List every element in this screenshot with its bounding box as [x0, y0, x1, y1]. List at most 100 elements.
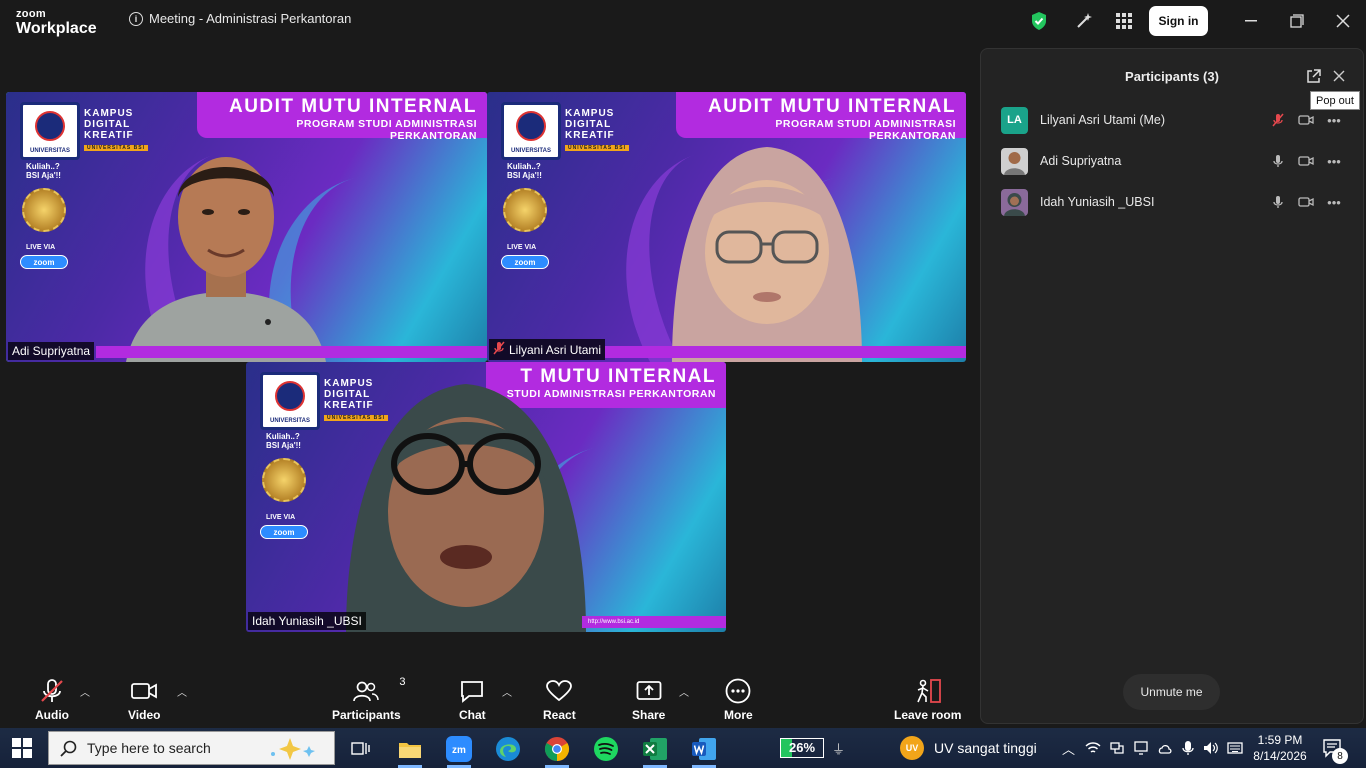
meeting-title[interactable]: i Meeting - Administrasi Perkantoran: [129, 11, 351, 26]
windows-start-icon[interactable]: [12, 738, 32, 758]
leave-room-button[interactable]: Leave room: [894, 676, 961, 722]
chat-bubble-icon: [459, 676, 485, 706]
video-off-icon[interactable]: [1295, 109, 1317, 131]
chat-label: Chat: [459, 708, 486, 722]
participants-label: Participants: [332, 708, 401, 722]
university-logo: UNIVERSITAS: [501, 102, 561, 160]
spotify-icon[interactable]: [586, 733, 626, 765]
footer-strip: [605, 346, 966, 358]
video-tile-lilyani[interactable]: AUDIT MUTU INTERNAL PROGRAM STUDI ADMINI…: [487, 92, 966, 362]
participant-row[interactable]: LA Lilyani Asri Utami (Me) •••: [1001, 102, 1345, 138]
minimize-icon[interactable]: [1236, 8, 1266, 34]
participants-icon: 3: [353, 676, 405, 706]
participant-name: Lilyani Asri Utami: [509, 342, 602, 357]
zoom-logo: zoom Workplace: [16, 9, 97, 37]
react-button[interactable]: React: [543, 676, 576, 722]
video-tile-adi[interactable]: AUDIT MUTU INTERNAL PROGRAM STUDI ADMINI…: [6, 92, 487, 362]
video-icon[interactable]: [1295, 150, 1317, 172]
close-window-icon[interactable]: [1328, 8, 1358, 34]
battery-percent: 26%: [780, 738, 824, 758]
search-placeholder: Type here to search: [87, 740, 211, 756]
name-tag: Lilyani Asri Utami: [489, 339, 606, 360]
search-highlight-icon: [271, 738, 315, 760]
sign-in-button[interactable]: Sign in: [1149, 6, 1208, 36]
zoom-app-icon[interactable]: zm: [439, 733, 479, 768]
muted-mic-icon[interactable]: [1267, 109, 1289, 131]
more-options-icon[interactable]: •••: [1323, 150, 1345, 172]
universitas-label: UNIVERSITAS: [30, 148, 70, 154]
participant-name: Adi Supriyatna: [12, 344, 91, 358]
close-panel-icon[interactable]: [1330, 67, 1348, 85]
chrome-browser-icon[interactable]: [537, 733, 577, 768]
taskbar-search-box[interactable]: Type here to search: [48, 731, 335, 765]
microphone-tray-icon[interactable]: [1181, 740, 1195, 756]
participant-row[interactable]: Adi Supriyatna •••: [1001, 143, 1345, 179]
chat-options-chevron-icon[interactable]: ︿: [502, 684, 512, 699]
audit-title: AUDIT MUTU INTERNAL: [228, 96, 477, 117]
mic-icon[interactable]: [1267, 150, 1289, 172]
pop-out-tooltip: Pop out: [1310, 91, 1360, 110]
screen-icon[interactable]: [1133, 741, 1149, 755]
video-button[interactable]: Video: [128, 676, 160, 722]
participant-name: Idah Yuniasih _UBSI: [1040, 195, 1155, 209]
video-options-chevron-icon[interactable]: ︿: [177, 684, 187, 699]
notification-center-icon[interactable]: 8: [1322, 728, 1348, 768]
magic-wand-icon[interactable]: [1073, 10, 1095, 32]
share-options-chevron-icon[interactable]: ︿: [679, 684, 689, 699]
weather-widget[interactable]: UV UV sangat tinggi: [900, 728, 1037, 768]
excel-icon[interactable]: [635, 733, 675, 768]
participants-panel: Participants (3) LA Lilyani Asri Utami (…: [980, 48, 1364, 724]
apps-grid-icon[interactable]: [1113, 10, 1135, 32]
logo-line-1: zoom: [16, 8, 46, 20]
video-icon[interactable]: [1295, 191, 1317, 213]
react-label: React: [543, 708, 576, 722]
pop-out-icon[interactable]: [1304, 67, 1322, 85]
kuliah-line-2: BSI Aja'!!: [26, 171, 61, 180]
word-icon[interactable]: [684, 733, 724, 768]
chat-button[interactable]: Chat: [459, 676, 486, 722]
clock-time: 1:59 PM: [1257, 733, 1303, 747]
taskbar-clock[interactable]: 1:59 PM 8/14/2026: [1250, 732, 1310, 764]
edge-browser-icon[interactable]: [488, 733, 528, 765]
share-button[interactable]: Share: [632, 676, 665, 722]
keyboard-icon[interactable]: [1227, 741, 1243, 755]
info-icon[interactable]: i: [129, 11, 143, 26]
avatar: LA: [1001, 106, 1028, 134]
video-camera-icon: [130, 676, 158, 706]
shield-icon[interactable]: [1028, 10, 1050, 32]
show-hidden-icons-chevron-icon[interactable]: ︿: [1062, 739, 1075, 758]
more-options-icon[interactable]: •••: [1323, 109, 1345, 131]
kuliah-line-1: Kuliah..?: [266, 432, 300, 441]
speaker-icon[interactable]: [1203, 741, 1219, 755]
university-logo: UNIVERSITAS: [20, 102, 80, 160]
name-tag: Adi Supriyatna: [8, 342, 95, 360]
restore-icon[interactable]: [1282, 8, 1312, 34]
audio-options-chevron-icon[interactable]: ︿: [80, 684, 90, 699]
kampus-line: KAMPUS: [84, 108, 134, 119]
participant-video-lilyani: [672, 147, 862, 362]
network-icon[interactable]: [1109, 741, 1125, 755]
wifi-icon[interactable]: [1085, 741, 1101, 755]
accreditation-medal: [262, 458, 306, 502]
footer-strip: [96, 346, 487, 358]
zoom-pill: zoom: [260, 525, 308, 539]
kuliah-line-1: Kuliah..?: [507, 162, 541, 171]
participant-row[interactable]: Idah Yuniasih _UBSI •••: [1001, 184, 1345, 220]
uv-badge: UV: [900, 736, 924, 760]
meeting-toolbar: Audio ︿ Video ︿ 3 Participants Chat ︿ Re…: [0, 668, 974, 728]
more-options-icon[interactable]: •••: [1323, 191, 1345, 213]
participants-button[interactable]: 3 Participants: [332, 676, 405, 722]
battery-indicator[interactable]: 26% ⏚: [780, 728, 845, 768]
url-strip: http://www.bsi.ac.id: [582, 616, 726, 628]
cloud-icon[interactable]: [1157, 741, 1173, 755]
svg-text:zm: zm: [452, 745, 466, 756]
file-explorer-icon[interactable]: [390, 733, 430, 768]
task-view-icon[interactable]: [340, 733, 380, 765]
mic-icon[interactable]: [1267, 191, 1289, 213]
participant-video-idah: [346, 384, 586, 632]
audio-button[interactable]: Audio: [35, 676, 69, 722]
video-tile-idah[interactable]: T MUTU INTERNAL STUDI ADMINISTRASI PERKA…: [246, 362, 726, 632]
university-logo: UNIVERSITAS: [260, 372, 320, 430]
unmute-me-button[interactable]: Unmute me: [1123, 674, 1220, 710]
more-button[interactable]: More: [724, 676, 753, 722]
